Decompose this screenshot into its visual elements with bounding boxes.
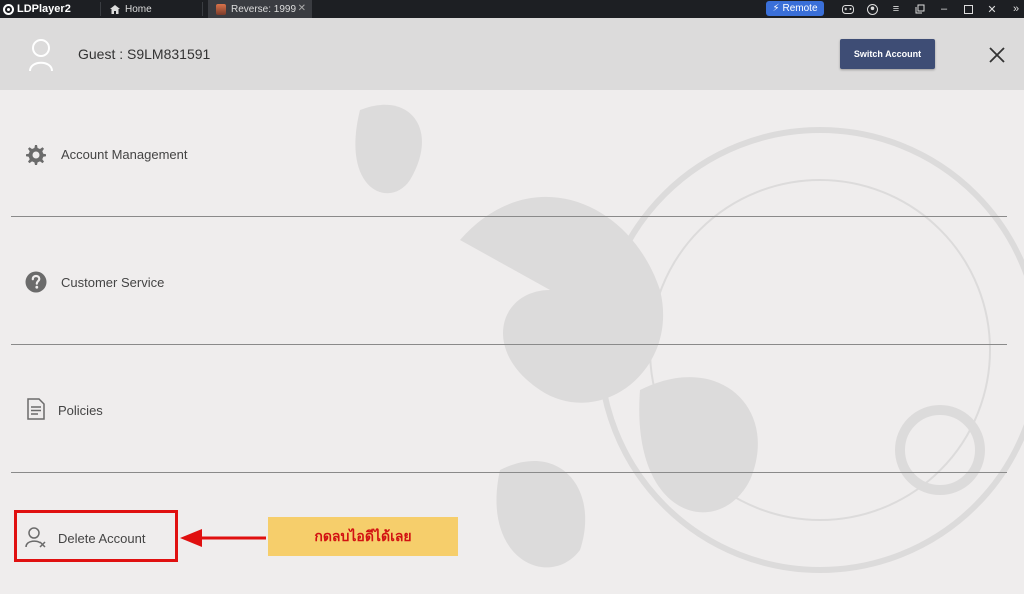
app-name: LDPlayer2 [17,3,71,15]
minimize-icon[interactable]: – [932,1,956,17]
document-icon [27,398,45,420]
pointer-arrow-icon [180,529,266,547]
switch-account-button[interactable]: Switch Account [840,39,935,69]
close-icon[interactable] [986,44,1008,66]
divider [11,472,1007,473]
ldplayer-logo-icon [3,3,14,15]
remote-button[interactable]: ⚡ Remote [766,1,824,16]
tab-close-icon[interactable]: ✕ [298,3,306,14]
gamepad-icon[interactable] [836,1,860,17]
title-separator [202,2,203,16]
remote-label: Remote [782,3,818,14]
close-window-icon[interactable]: ✕ [980,1,1004,17]
window-controls: ≡ – ✕ » [836,1,1024,17]
divider [11,216,1007,217]
menu-item-policies[interactable]: Policies [11,346,1007,464]
tab-game[interactable]: Reverse: 1999 ✕ [208,0,312,18]
menu-item-label: Customer Service [61,275,165,290]
expand-sidebar-icon[interactable]: » [1004,1,1024,17]
game-icon [216,3,226,15]
app-brand: LDPlayer2 [3,2,71,16]
account-header: Guest : S9LM831591 Switch Account [0,18,1024,90]
restore-icon[interactable] [908,1,932,17]
menu-item-label: Account Management [61,147,188,162]
annotation-note: กดลบไอดีได้เลย [268,517,458,556]
menu-item-customer-service[interactable]: Customer Service [11,218,1007,336]
lightning-icon: ⚡ [772,3,780,14]
question-icon [25,271,47,293]
home-icon [110,4,120,14]
gear-icon [26,145,46,165]
guest-id-label: Guest : S9LM831591 [78,46,211,62]
account-icon[interactable] [860,1,884,17]
tab-home-label: Home [125,3,152,15]
menu-item-label: Policies [58,403,103,418]
maximize-icon[interactable] [956,1,980,17]
window-title-bar: LDPlayer2 Home Reverse: 1999 ✕ ⚡ Remote … [0,0,1024,18]
tab-game-label: Reverse: 1999 [231,3,297,15]
divider [11,344,1007,345]
highlight-box [14,510,178,562]
menu-item-account-management[interactable]: Account Management [11,90,1007,208]
user-avatar-icon [29,39,53,72]
menu-icon[interactable]: ≡ [884,1,908,17]
tab-home[interactable]: Home [110,0,152,18]
title-separator [100,2,101,16]
